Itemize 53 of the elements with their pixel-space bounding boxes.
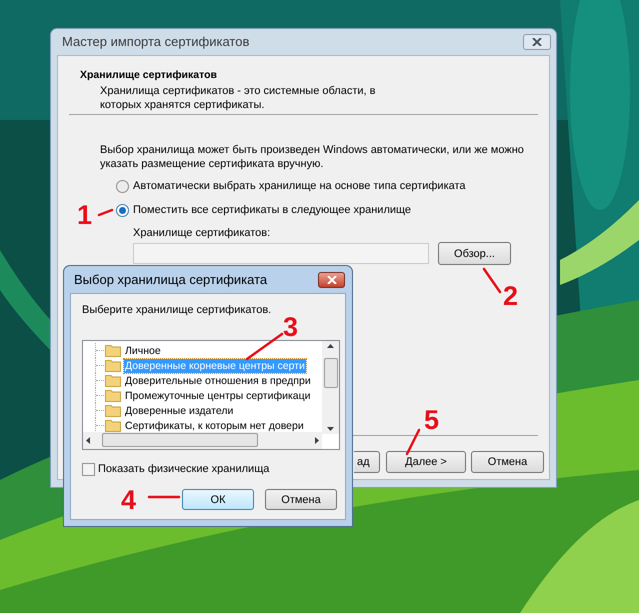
scroll-thumb[interactable]	[102, 433, 258, 447]
store-item[interactable]: Личное	[124, 344, 162, 358]
scroll-right-icon	[315, 437, 319, 444]
vertical-scrollbar[interactable]	[322, 341, 339, 434]
store-field[interactable]	[133, 243, 429, 264]
scroll-thumb[interactable]	[324, 358, 338, 388]
checkbox-label[interactable]: Показать физические хранилища	[98, 462, 270, 476]
checkbox[interactable]	[82, 462, 95, 476]
dialog-button[interactable]: Отмена	[265, 489, 337, 510]
callout-number: 1	[77, 200, 92, 230]
callout-number: 2	[503, 281, 518, 311]
close-button[interactable]	[318, 272, 345, 288]
folder-icon	[105, 374, 121, 387]
page-description: Хранилища сертификатов - это системные области, в которых хранятся сертификаты.	[100, 84, 376, 112]
store-item[interactable]: Доверительные отношения в предпри	[124, 374, 312, 388]
intro-text: Выбор хранилища может быть произведен Windows автоматически, или же можно указать размещение сертификата вручную.	[100, 143, 525, 171]
close-icon	[532, 38, 542, 46]
folder-icon	[105, 359, 121, 372]
scroll-up-icon	[327, 344, 334, 348]
page-heading: Хранилище сертификатов	[80, 69, 217, 81]
radio-label[interactable]: Автоматически выбрать хранилище на основе типа сертификата	[133, 179, 466, 193]
folder-icon	[105, 344, 121, 357]
field-label: Хранилище сертификатов:	[133, 227, 270, 239]
scroll-left-icon	[86, 437, 90, 444]
leader-line	[481, 266, 502, 294]
callout-number: 4	[121, 485, 136, 515]
dialog-title: Выбор хранилища сертификата	[74, 272, 268, 286]
store-item[interactable]: Сертификаты, к которым нет довери	[124, 418, 305, 432]
window-title: Мастер импорта сертификатов	[62, 35, 250, 49]
close-button[interactable]	[523, 34, 551, 50]
folder-icon	[105, 404, 121, 417]
leader-line	[97, 207, 114, 217]
dialog-button[interactable]: ОК	[182, 489, 254, 510]
folder-icon	[105, 389, 121, 402]
radio-button[interactable]	[116, 180, 129, 192]
store-item[interactable]: Промежуточные центры сертификаци	[124, 388, 312, 402]
wizard-button[interactable]: Далее >	[386, 451, 466, 473]
wizard-button[interactable]: ад	[354, 451, 380, 473]
close-icon	[326, 276, 336, 284]
leader-line	[405, 428, 421, 456]
scroll-down-icon	[327, 427, 334, 431]
radio-button[interactable]	[116, 204, 129, 216]
wizard-button[interactable]: Отмена	[471, 451, 544, 473]
browse-button[interactable]: Обзор...	[438, 242, 511, 265]
prompt-text: Выберите хранилище сертификатов.	[82, 304, 272, 316]
radio-label[interactable]: Поместить все сертификаты в следующее хранилище	[133, 203, 412, 217]
callout-number: 3	[283, 312, 298, 342]
horizontal-scrollbar[interactable]	[83, 432, 322, 449]
leader-line	[245, 332, 284, 361]
store-list[interactable]: Личное Доверенные корневые центры серти Доверительные отношения в предпри Промежуточные центры сертификаци Доверенные издатели Сертификаты, к которым нет довери	[82, 340, 340, 450]
store-item[interactable]: Доверенные издатели	[124, 404, 234, 418]
callout-number: 5	[424, 405, 440, 435]
leader-line	[147, 495, 181, 499]
